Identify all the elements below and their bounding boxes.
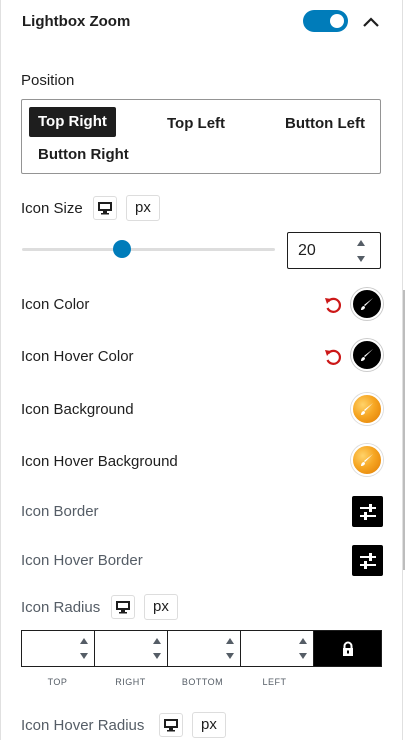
icon-size-input[interactable]: 20 (287, 232, 381, 269)
icon-background-swatch[interactable] (351, 393, 383, 425)
chevron-up-icon[interactable] (361, 12, 381, 32)
icon-size-slider-track[interactable] (22, 248, 275, 251)
icon-color-swatch[interactable] (351, 288, 383, 320)
caret-down-icon (226, 653, 234, 659)
radius-bottom-input[interactable] (168, 631, 241, 666)
radius-bottom-label: BOTTOM (181, 677, 224, 687)
icon-size-label: Icon Size (21, 200, 83, 217)
icon-hover-color-swatch[interactable] (351, 339, 383, 371)
caret-up-icon (299, 638, 307, 644)
caret-up-icon (357, 240, 365, 246)
position-selector: Top Right Top Left Button Left Button Ri… (21, 99, 381, 174)
paintbrush-icon (361, 403, 373, 415)
caret-down-icon (153, 653, 161, 659)
caret-down-icon (80, 653, 88, 659)
paintbrush-icon (361, 298, 373, 310)
radius-top-label: TOP (47, 677, 68, 687)
icon-background-label: Icon Background (21, 401, 134, 418)
radius-link-button[interactable] (314, 631, 381, 666)
increment-button[interactable] (354, 236, 368, 250)
icon-hover-radius-unit-button[interactable]: px (192, 712, 226, 738)
radius-left-input[interactable] (241, 631, 314, 666)
position-button-right[interactable]: Button Right (29, 140, 138, 170)
icon-radius-unit-button[interactable]: px (144, 594, 178, 620)
caret-down-icon (299, 653, 307, 659)
icon-hover-background-swatch[interactable] (351, 444, 383, 476)
decrement-button[interactable] (223, 649, 237, 663)
increment-button[interactable] (77, 634, 91, 648)
sliders-icon (359, 503, 376, 520)
radius-right-label: RIGHT (115, 677, 146, 687)
radius-top-input[interactable] (22, 631, 95, 666)
decrement-button[interactable] (296, 649, 310, 663)
icon-border-settings-button[interactable] (352, 496, 383, 527)
icon-size-slider-thumb[interactable] (113, 240, 131, 258)
icon-color-label: Icon Color (21, 296, 90, 313)
icon-radius-inputs (21, 630, 382, 667)
increment-button[interactable] (296, 634, 310, 648)
icon-hover-border-settings-button[interactable] (352, 545, 383, 576)
icon-radius-device-button[interactable] (111, 595, 135, 619)
radius-left-label: LEFT (262, 677, 287, 687)
icon-hover-background-label: Icon Hover Background (21, 453, 178, 470)
paintbrush-icon (361, 454, 373, 466)
desktop-icon (164, 719, 178, 732)
desktop-icon (98, 202, 112, 215)
icon-hover-border-label: Icon Hover Border (21, 552, 143, 569)
icon-border-label: Icon Border (21, 503, 99, 520)
caret-up-icon (226, 638, 234, 644)
sliders-icon (359, 552, 376, 569)
icon-hover-color-label: Icon Hover Color (21, 348, 134, 365)
desktop-icon (116, 601, 130, 614)
panel-title: Lightbox Zoom (22, 13, 131, 30)
paintbrush-icon (361, 349, 373, 361)
position-top-left[interactable]: Top Left (158, 109, 234, 139)
position-label: Position (21, 72, 75, 89)
toggle-knob (330, 14, 344, 28)
icon-size-value: 20 (298, 242, 316, 259)
caret-up-icon (153, 638, 161, 644)
increment-button[interactable] (223, 634, 237, 648)
caret-down-icon (357, 256, 365, 262)
icon-hover-radius-device-button[interactable] (159, 713, 183, 737)
lock-icon (342, 641, 353, 656)
radius-right-input[interactable] (95, 631, 168, 666)
icon-hover-radius-label: Icon Hover Radius (21, 717, 145, 734)
lightbox-zoom-toggle[interactable] (303, 10, 348, 32)
increment-button[interactable] (150, 634, 164, 648)
icon-size-device-button[interactable] (93, 196, 117, 220)
decrement-button[interactable] (354, 252, 368, 266)
caret-up-icon (80, 638, 88, 644)
decrement-button[interactable] (77, 649, 91, 663)
decrement-button[interactable] (150, 649, 164, 663)
position-button-left[interactable]: Button Left (276, 109, 374, 139)
reset-icon[interactable] (323, 295, 343, 315)
icon-size-unit-button[interactable]: px (126, 195, 160, 221)
reset-icon[interactable] (323, 347, 343, 367)
panel-border-left (0, 0, 1, 740)
position-top-right[interactable]: Top Right (29, 107, 116, 137)
icon-radius-label: Icon Radius (21, 599, 101, 616)
